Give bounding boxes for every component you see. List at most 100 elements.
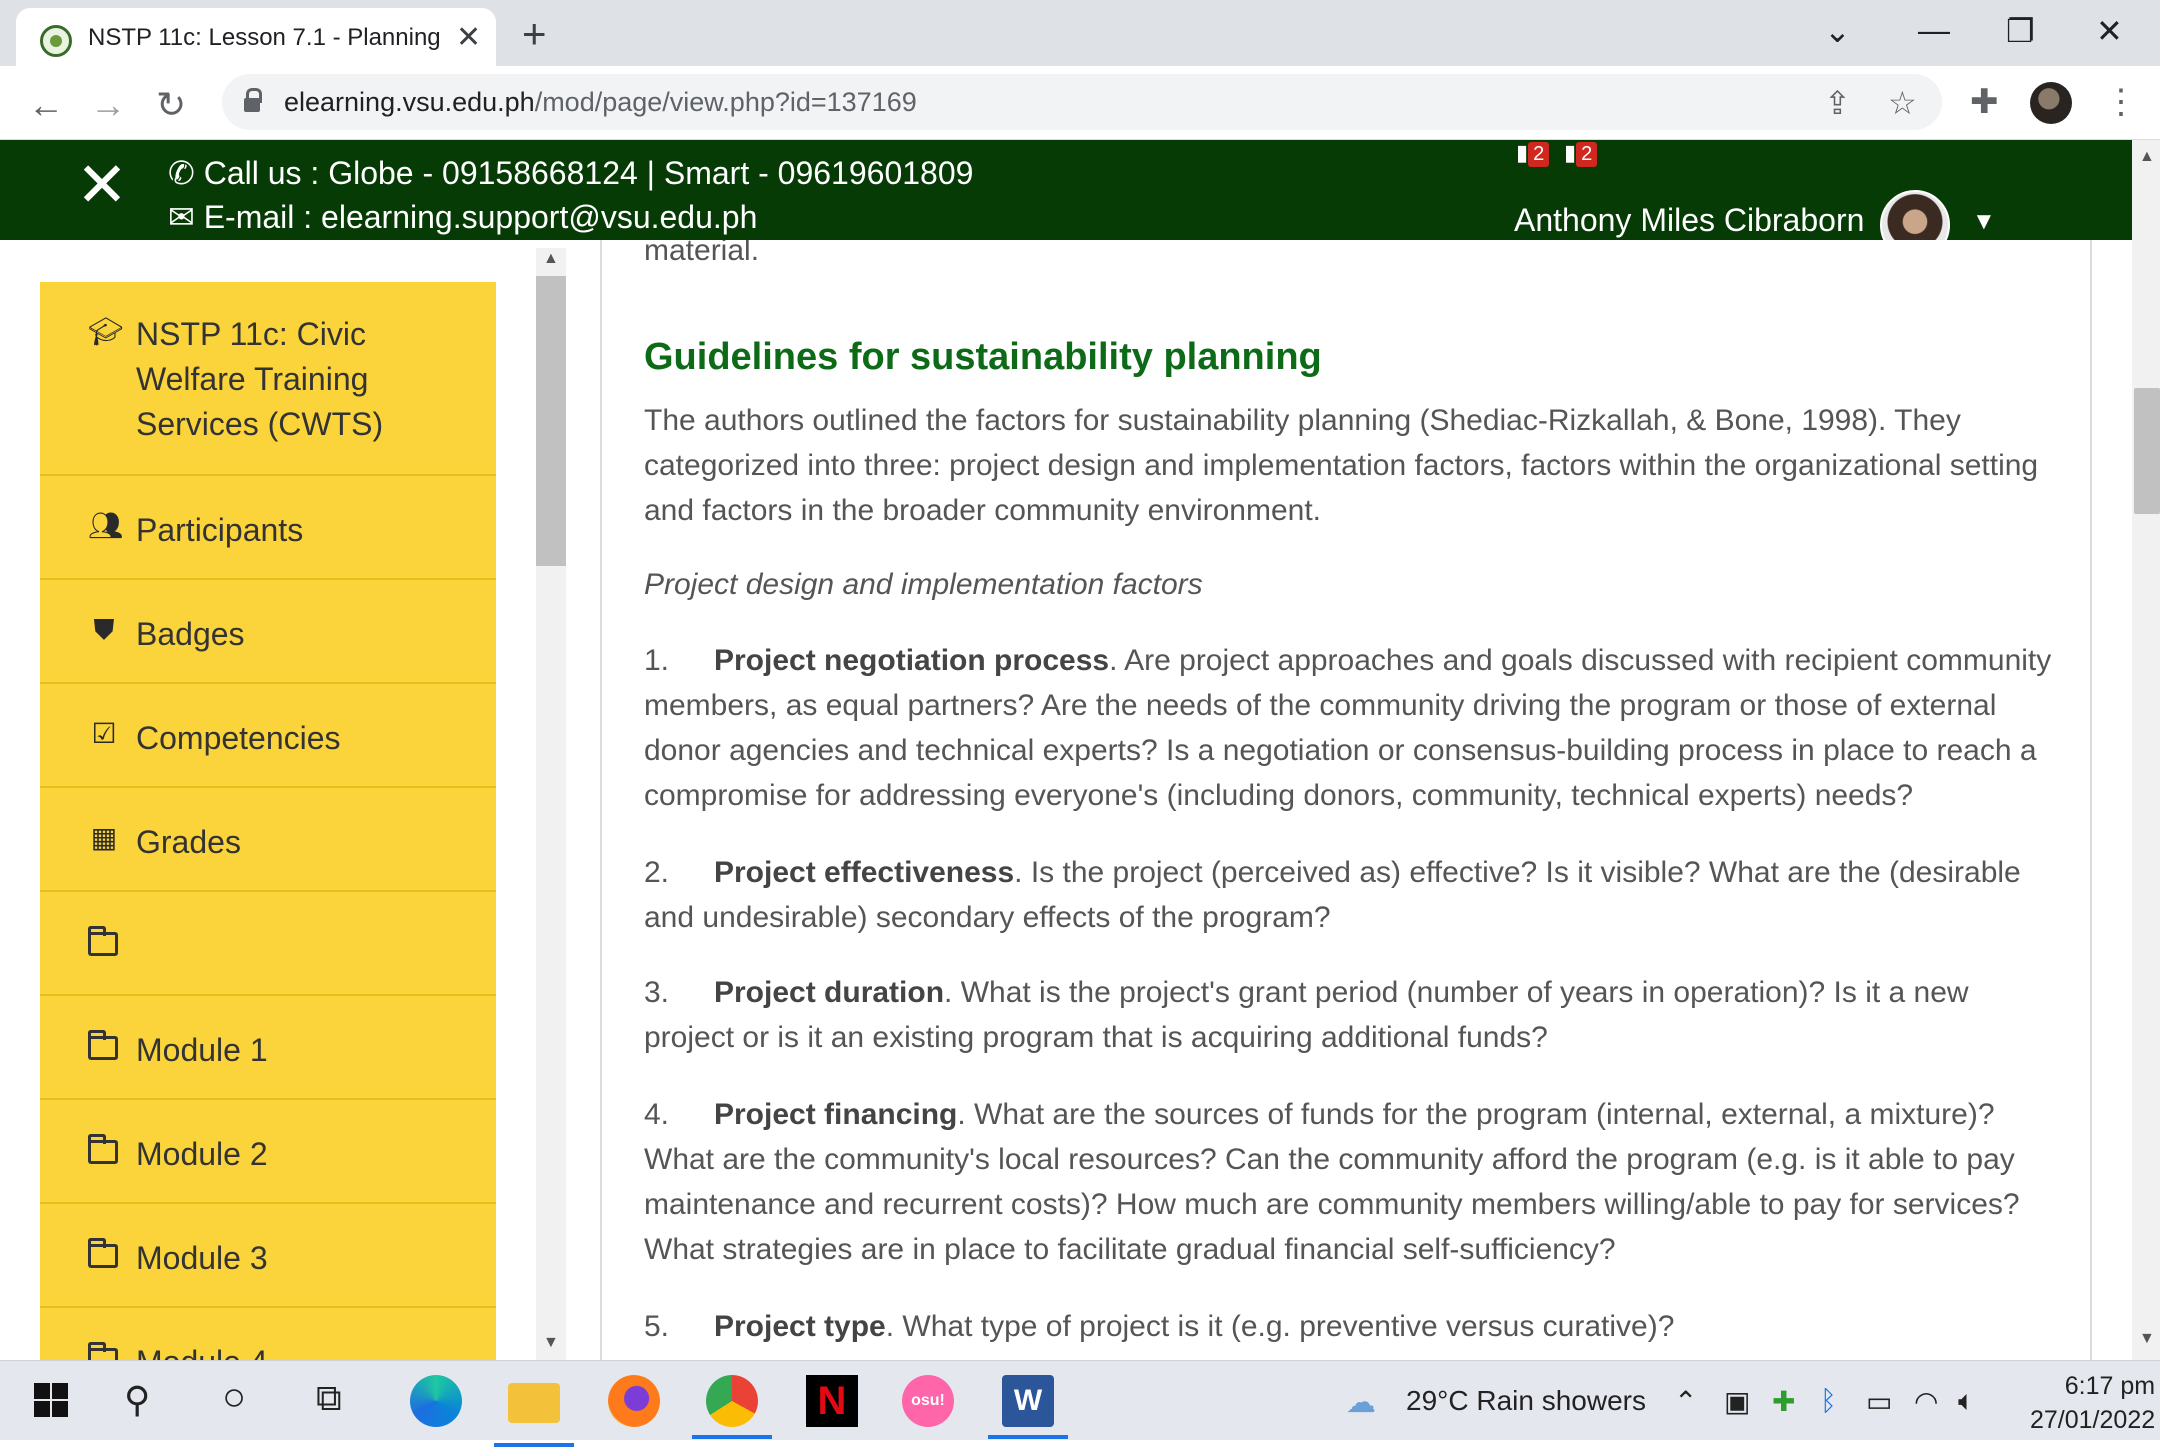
envelope-icon: ✉ (168, 199, 204, 235)
forward-icon[interactable]: → (90, 84, 126, 126)
new-tab-icon[interactable]: + (522, 10, 547, 58)
meet-now-icon[interactable]: ▣ (1724, 1385, 1750, 1418)
shield-icon: ⛊ (93, 614, 115, 645)
firefox-icon[interactable] (608, 1375, 660, 1427)
drawer-scroll-thumb[interactable] (536, 276, 566, 566)
word-icon[interactable]: W (988, 1375, 1068, 1439)
sidebar-item-label: NSTP 11c: Civic Welfare Training Service… (136, 316, 384, 442)
sidebar-item-module-3[interactable]: Module 3 (40, 1204, 496, 1308)
phone-icon: ✆ (168, 155, 204, 191)
page-scroll-thumb[interactable] (2134, 388, 2160, 514)
taskbar: ⚲ ○ ⧉ N osu! W ☁ 29°C Rain showers ⌃ ▣ ✚… (0, 1360, 2160, 1447)
sidebar-item-label: Module 1 (136, 1032, 268, 1068)
window-close-icon[interactable]: ✕ (2096, 12, 2123, 50)
sidebar-item-label: Participants (136, 512, 304, 548)
intro-paragraph: The authors outlined the factors for sus… (644, 404, 2039, 527)
course-nav: 🎓︎ NSTP 11c: Civic Welfare Training Serv… (40, 282, 496, 1360)
scroll-up-icon[interactable]: ▲ (543, 250, 559, 268)
file-explorer-icon[interactable] (494, 1383, 574, 1447)
drawer-scrollbar[interactable]: ▲ ▼ (536, 248, 566, 1360)
weather-icon[interactable]: ☁ (1346, 1385, 1376, 1420)
site-header: ✕ ✆ Call us : Globe - 09158668124 | Smar… (0, 140, 2132, 260)
user-name[interactable]: Anthony Miles Cibraborn (1514, 202, 1864, 239)
page-content: material. Guidelines for sustainability … (600, 240, 2092, 1360)
tray-overflow-chevron-icon[interactable]: ⌃ (1674, 1385, 1697, 1418)
lock-icon[interactable] (244, 88, 262, 112)
list-item: 5. Project type. What type of project is … (644, 1310, 1675, 1343)
notifications-badge: 2 (1528, 142, 1550, 167)
bluetooth-icon[interactable]: ᛒ (1820, 1385, 1837, 1417)
scroll-down-icon[interactable]: ▼ (2139, 1330, 2155, 1348)
sidebar-item-grades[interactable]: ▦ Grades (40, 788, 496, 892)
sidebar-item-module-4[interactable]: Module 4 (40, 1308, 496, 1360)
folder-icon (88, 926, 118, 956)
clock-date: 27/01/2022 (2030, 1406, 2156, 1434)
section-heading: Guidelines for sustainability planning (644, 336, 1322, 378)
windows-start-icon[interactable] (34, 1383, 68, 1417)
chrome-icon[interactable] (692, 1375, 772, 1439)
back-icon[interactable]: ← (28, 84, 64, 126)
cortana-icon[interactable]: ○ (222, 1375, 246, 1420)
notifications-button[interactable]: ▮ 2 (1516, 140, 1550, 167)
subheading: Project design and implementation factor… (644, 568, 1203, 601)
sidebar-item-competencies[interactable]: ☑ Competencies (40, 684, 496, 788)
table-icon: ▦ (90, 822, 118, 853)
tab-search-chevron-icon[interactable]: ⌄ (1824, 12, 1851, 50)
task-view-icon[interactable]: ⧉ (316, 1377, 342, 1420)
url-text[interactable]: elearning.vsu.edu.ph/mod/page/view.php?i… (284, 87, 917, 118)
search-icon[interactable]: ⚲ (124, 1379, 150, 1421)
sidebar-item-badges[interactable]: ⛊ Badges (40, 580, 496, 684)
reload-icon[interactable]: ↻ (156, 84, 186, 126)
bookmark-star-icon[interactable]: ☆ (1888, 84, 1917, 122)
messages-badge: 2 (1576, 142, 1598, 167)
clock-time: 6:17 pm (2064, 1372, 2156, 1400)
restore-icon[interactable]: ❐ (2006, 12, 2035, 50)
osu-icon[interactable]: osu! (902, 1375, 954, 1427)
extensions-icon[interactable]: ✚ (1970, 82, 1999, 122)
folder-icon (88, 1238, 118, 1268)
sidebar-item-label: Module 2 (136, 1136, 268, 1172)
browser-toolbar: ← → ↻ elearning.vsu.edu.ph/mod/page/view… (0, 66, 2160, 140)
minimize-icon[interactable]: — (1918, 12, 1950, 49)
scroll-up-icon[interactable]: ▲ (2139, 148, 2155, 166)
browser-tab[interactable]: NSTP 11c: Lesson 7.1 - Planning c ✕ (16, 8, 496, 66)
edge-icon[interactable] (410, 1375, 462, 1427)
share-icon[interactable]: ⇪ (1824, 84, 1851, 122)
close-drawer-icon[interactable]: ✕ (76, 148, 128, 221)
tab-strip: NSTP 11c: Lesson 7.1 - Planning c ✕ + ⌄ … (0, 0, 2160, 66)
tab-title: NSTP 11c: Lesson 7.1 - Planning c (88, 24, 440, 51)
wifi-icon[interactable]: ◠ (1914, 1385, 1938, 1418)
user-menu-caret-icon[interactable]: ▼ (1972, 208, 1996, 236)
sidebar-item-module-1[interactable]: Module 1 (40, 996, 496, 1100)
checkbox-icon: ☑ (91, 718, 117, 749)
sidebar-item-general[interactable] (40, 892, 496, 996)
tray-app-icon[interactable]: ✚ (1772, 1385, 1795, 1418)
folder-icon (88, 1134, 118, 1164)
scroll-down-icon[interactable]: ▼ (543, 1334, 559, 1352)
sidebar-item-course[interactable]: 🎓︎ NSTP 11c: Civic Welfare Training Serv… (40, 282, 496, 476)
sidebar-item-module-2[interactable]: Module 2 (40, 1100, 496, 1204)
sidebar-item-label: Competencies (136, 720, 341, 756)
netflix-icon[interactable]: N (806, 1375, 858, 1427)
battery-icon[interactable]: ▭ (1866, 1385, 1892, 1418)
cut-off-text: material. (644, 240, 760, 267)
sidebar-item-label: Module 3 (136, 1240, 268, 1276)
list-item: 4. Project financing. What are the source… (644, 1098, 2020, 1266)
messages-button[interactable]: ▮ 2 (1564, 140, 1598, 167)
address-bar[interactable]: elearning.vsu.edu.ph/mod/page/view.php?i… (222, 74, 1942, 130)
weather-text[interactable]: 29°C Rain showers (1406, 1385, 1646, 1417)
list-item: 1. Project negotiation process. Are proje… (644, 644, 2052, 812)
volume-icon[interactable]: 🔈︎ (1958, 1385, 1975, 1418)
clock[interactable]: 6:17 pm 27/01/2022 (2030, 1369, 2155, 1437)
menu-icon[interactable]: ⋮ (2104, 82, 2138, 122)
course-drawer: 🎓︎ NSTP 11c: Civic Welfare Training Serv… (0, 240, 548, 1360)
chat-icon: ▮ (1564, 140, 1577, 165)
list-item: 2. Project effectiveness. Is the project … (644, 856, 2021, 934)
tab-close-icon[interactable]: ✕ (456, 20, 481, 55)
folder-icon (88, 1030, 118, 1060)
profile-avatar[interactable] (2030, 82, 2072, 124)
folder-icon (88, 1342, 118, 1360)
graduation-cap-icon: 🎓︎ (88, 316, 124, 347)
sidebar-item-participants[interactable]: 👥︎ Participants (40, 476, 496, 580)
page-scrollbar[interactable]: ▲ ▼ (2132, 140, 2160, 1360)
